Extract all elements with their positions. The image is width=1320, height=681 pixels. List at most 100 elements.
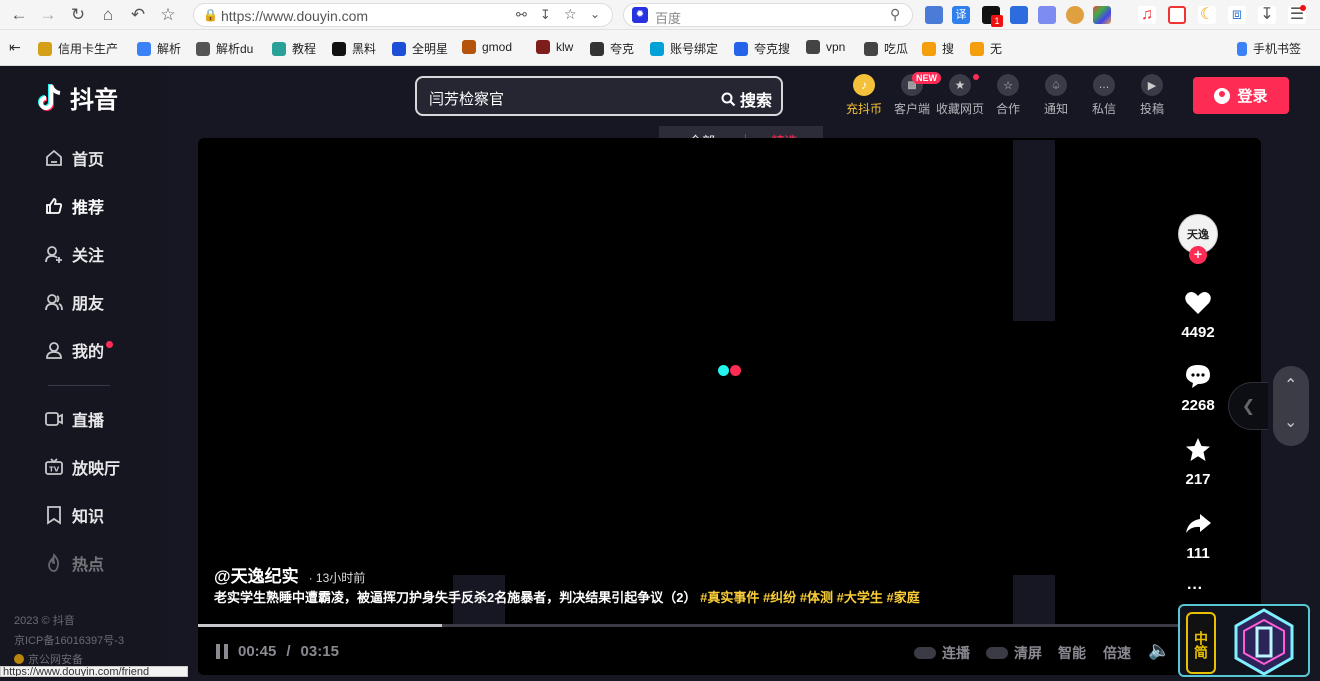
bookmark-item[interactable]: 解析 bbox=[137, 40, 181, 57]
chevron-up-icon[interactable]: ⌃ bbox=[1284, 375, 1297, 395]
douyin-logo[interactable]: 抖音 bbox=[36, 80, 118, 115]
ime-indicator[interactable]: 中简 bbox=[1186, 612, 1216, 674]
ext-icon-3[interactable] bbox=[1038, 6, 1056, 24]
footer-police[interactable]: 京公网安备 bbox=[14, 651, 83, 667]
search-input[interactable]: 闫芳检察官 bbox=[429, 88, 504, 109]
reload-icon[interactable]: ↻ bbox=[67, 4, 89, 26]
translate-icon[interactable] bbox=[925, 6, 943, 24]
forward-icon[interactable]: → bbox=[37, 4, 59, 26]
music-icon[interactable]: ♫ bbox=[1138, 6, 1156, 24]
video-nav: ⌃ ⌄ bbox=[1273, 366, 1309, 446]
download-page-icon[interactable]: ↧ bbox=[540, 7, 551, 23]
bookmark-item[interactable]: 搜 bbox=[922, 40, 954, 57]
upload-icon: ▶ bbox=[1141, 74, 1163, 96]
tag-link[interactable]: #家庭 bbox=[887, 590, 920, 605]
pdf-icon[interactable] bbox=[1168, 6, 1186, 24]
crop-icon[interactable]: ⧈ bbox=[1228, 6, 1246, 24]
sidebar-item-home[interactable]: 首页 bbox=[44, 146, 104, 170]
sidebar-item-me[interactable]: 我的 bbox=[44, 338, 114, 362]
search-icon[interactable]: ⚲ bbox=[890, 6, 900, 23]
ext-icon-2[interactable] bbox=[1010, 6, 1028, 24]
live-icon bbox=[44, 409, 64, 429]
address-bar[interactable]: 🔒 https://www.douyin.com ⚯ ↧ ☆ ⌄ bbox=[193, 3, 613, 27]
translator-ext-icon[interactable]: 译 bbox=[952, 6, 970, 24]
sidebar-item-label: 推荐 bbox=[72, 200, 105, 217]
search-engine-box[interactable]: ✹ 百度 ⚲ bbox=[623, 3, 913, 27]
upload-button[interactable]: ▶ 投稿 bbox=[1128, 74, 1176, 117]
tag-link[interactable]: #纠纷 bbox=[763, 590, 796, 605]
bookmark-item[interactable]: klw bbox=[536, 40, 573, 54]
bookmark-star-icon[interactable]: ☆ bbox=[564, 6, 577, 23]
bookmark-item[interactable]: 黑料 bbox=[332, 40, 376, 57]
search-button-label: 搜索 bbox=[740, 93, 773, 110]
bookmark-item[interactable]: 信用卡生产 bbox=[38, 40, 118, 57]
floating-widget[interactable]: 中简 bbox=[1178, 604, 1310, 677]
quality-button[interactable]: 智能 bbox=[1058, 643, 1086, 663]
tag-link[interactable]: #真实事件 bbox=[700, 590, 759, 605]
volume-icon[interactable]: 🔈 bbox=[1148, 640, 1170, 661]
home-icon[interactable]: ⌂ bbox=[97, 4, 119, 26]
speed-button[interactable]: 倍速 bbox=[1103, 643, 1131, 663]
cooperate-button[interactable]: ☆ 合作 bbox=[984, 74, 1032, 117]
clear-screen-toggle[interactable]: 清屏 bbox=[986, 643, 1042, 663]
download-icon[interactable]: ↧ bbox=[1258, 6, 1276, 24]
pause-icon[interactable] bbox=[216, 644, 228, 659]
chevron-down-icon[interactable]: ⌄ bbox=[1284, 412, 1297, 432]
author-name[interactable]: @天逸纪实 bbox=[214, 562, 299, 587]
bookmark-item[interactable]: vpn bbox=[806, 40, 845, 54]
moon-icon[interactable]: ☾ bbox=[1198, 6, 1216, 24]
comment-button[interactable]: 2268 bbox=[1178, 363, 1218, 414]
tag-link[interactable]: #体测 bbox=[800, 590, 833, 605]
bookmark-label: 信用卡生产 bbox=[58, 42, 119, 56]
back-icon[interactable]: ← bbox=[8, 4, 30, 26]
like-button[interactable]: 4492 bbox=[1178, 290, 1218, 341]
bookmark-item[interactable]: 吃瓜 bbox=[864, 40, 908, 57]
bookmark-item[interactable]: gmod bbox=[462, 40, 512, 54]
sidebar-item-friends[interactable]: 朋友 bbox=[44, 290, 104, 314]
star-icon[interactable]: ☆ bbox=[157, 4, 179, 26]
bookmark-item[interactable]: 全明星 bbox=[392, 40, 448, 57]
favorite-count: 217 bbox=[1185, 471, 1211, 488]
bookmark-item[interactable]: 解析du bbox=[196, 40, 253, 57]
mobile-bookmarks-label: 手机书签 bbox=[1253, 42, 1302, 56]
description-text: 老实学生熟睡中遭霸凌，被逼挥刀护身失手反杀2名施暴者，判决结果引起争议（2） bbox=[214, 590, 697, 605]
bookmark-item[interactable]: 夸克搜 bbox=[734, 40, 790, 57]
sidebar-item-hot[interactable]: 热点 bbox=[44, 551, 104, 575]
sidebar-toggle-icon[interactable]: ⇤ bbox=[9, 39, 21, 56]
bookmark-item[interactable]: 夸克 bbox=[590, 40, 634, 57]
bookmark-item[interactable]: 账号绑定 bbox=[650, 40, 718, 57]
follow-plus-icon[interactable]: + bbox=[1189, 246, 1207, 264]
undo-icon[interactable]: ↶ bbox=[127, 4, 149, 26]
share-button[interactable]: 111 bbox=[1178, 511, 1218, 562]
favorite-button[interactable]: 217 bbox=[1178, 437, 1218, 488]
sidebar-item-live[interactable]: 直播 bbox=[44, 407, 104, 431]
sidebar-item-follow[interactable]: 关注 bbox=[44, 242, 104, 266]
bookmark-item[interactable]: 无 bbox=[970, 40, 1002, 57]
more-icon[interactable]: ··· bbox=[1187, 580, 1203, 598]
chevron-down-icon[interactable]: ⌄ bbox=[590, 7, 600, 21]
mobile-bookmarks[interactable]: 手机书签 bbox=[1237, 40, 1301, 57]
recharge-coin-button[interactable]: ♪ 充抖币 bbox=[840, 74, 888, 117]
bookmark-item[interactable]: 教程 bbox=[272, 40, 316, 57]
notification-button[interactable]: ♤ 通知 bbox=[1032, 74, 1080, 117]
apps-icon[interactable] bbox=[1093, 6, 1111, 24]
sidebar: 抖音 首页 推荐 关注 朋友 我的 直播 TV 放映厅 知识 热点 2023 ©… bbox=[0, 66, 168, 677]
bookmark-label: 全明星 bbox=[412, 42, 449, 56]
tag-link[interactable]: #大学生 bbox=[837, 590, 883, 605]
sidebar-item-cinema[interactable]: TV 放映厅 bbox=[44, 455, 120, 479]
favorite-page-button[interactable]: ★ 收藏网页 bbox=[936, 74, 984, 117]
sidebar-item-knowledge[interactable]: 知识 bbox=[44, 503, 104, 527]
footer-icp[interactable]: 京ICP备16016397号-3 bbox=[14, 632, 124, 648]
video-player[interactable]: @天逸纪实 · 13小时前 老实学生熟睡中遭霸凌，被逼挥刀护身失手反杀2名施暴者… bbox=[198, 138, 1261, 675]
sidebar-item-recommend[interactable]: 推荐 bbox=[44, 194, 104, 218]
login-button[interactable]: 登录 bbox=[1193, 77, 1289, 114]
autoplay-toggle[interactable]: 连播 bbox=[914, 643, 970, 663]
share-icon[interactable]: ⚯ bbox=[516, 7, 527, 23]
ext-icon-4[interactable] bbox=[1066, 6, 1084, 24]
ext-icon-1[interactable]: 1 bbox=[982, 6, 1003, 27]
message-button[interactable]: … 私信 bbox=[1080, 74, 1128, 117]
progress-track[interactable] bbox=[198, 624, 1261, 627]
comments-panel-toggle[interactable]: ❮ bbox=[1228, 382, 1268, 430]
ext-badge: 1 bbox=[991, 15, 1003, 27]
search-button[interactable]: 搜索 bbox=[721, 87, 772, 111]
